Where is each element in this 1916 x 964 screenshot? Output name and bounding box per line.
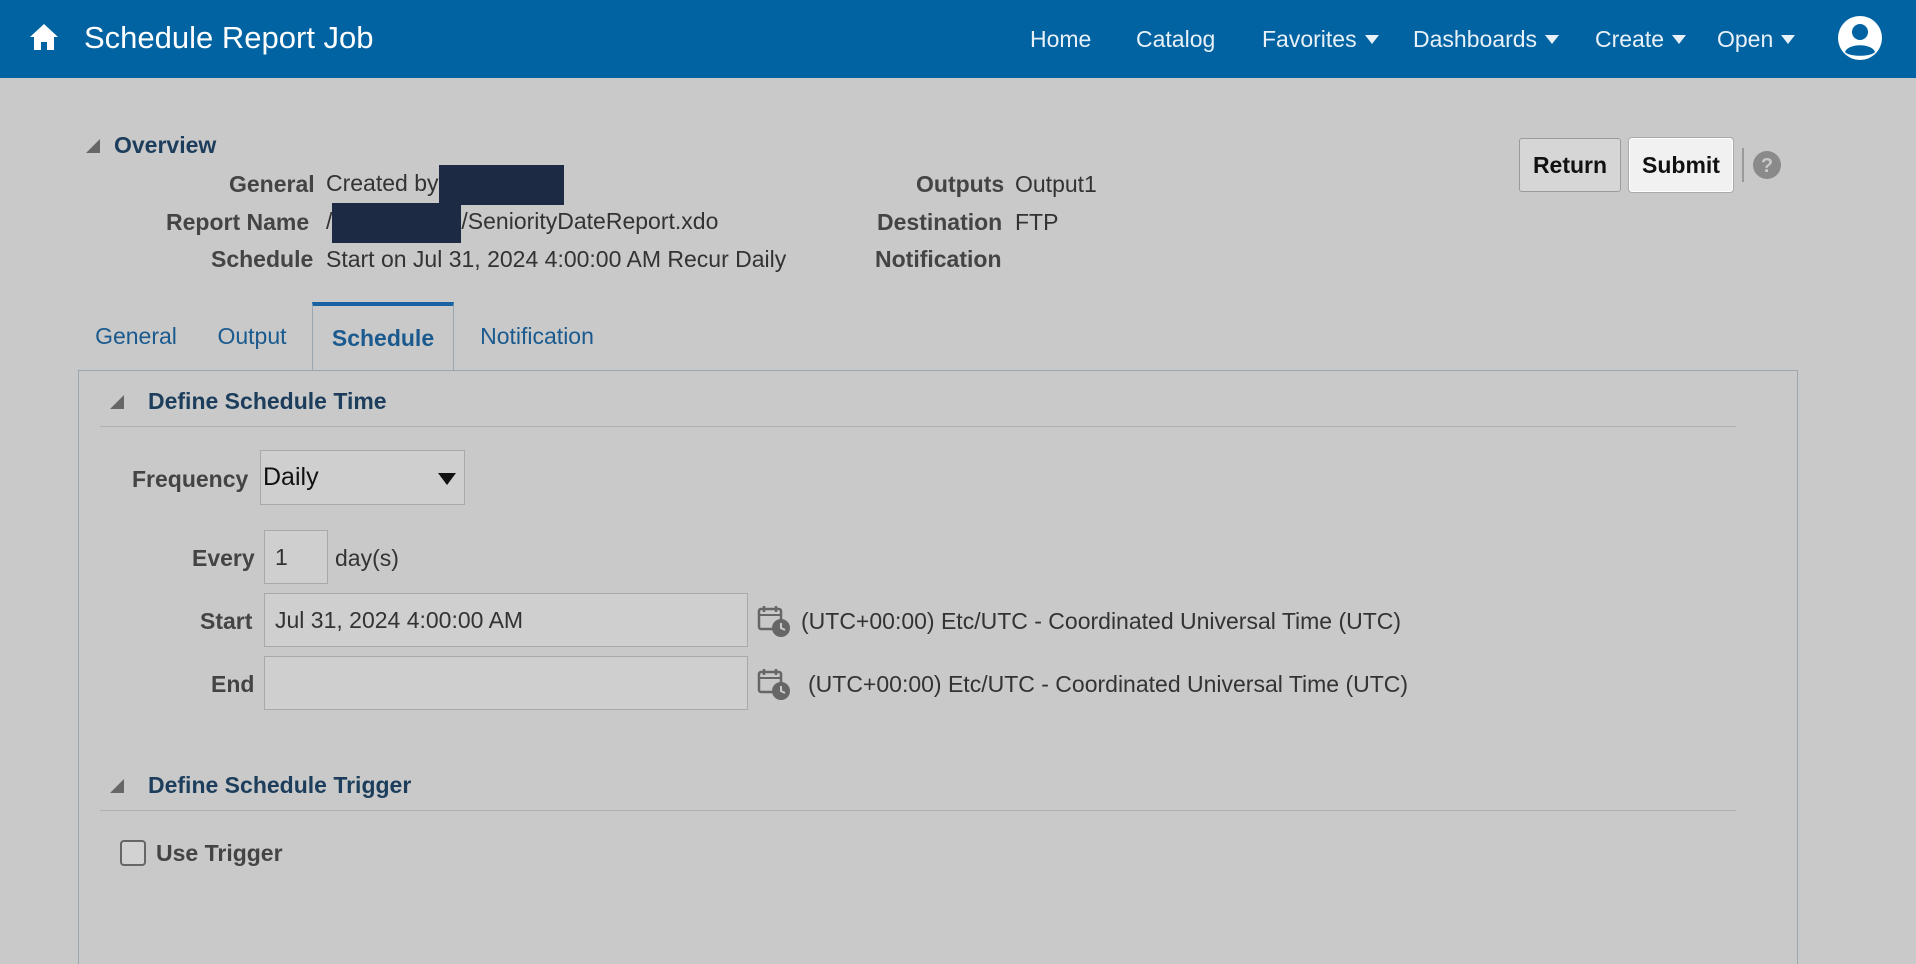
nav-dashboards[interactable]: Dashboards — [1413, 24, 1560, 54]
schedule-label: Schedule — [211, 246, 314, 272]
use-trigger-label: Use Trigger — [156, 840, 283, 866]
notification-label: Notification — [875, 246, 1002, 272]
destination-value: FTP — [1015, 209, 1059, 235]
tab-notification[interactable]: Notification — [466, 302, 608, 370]
nav-open[interactable]: Open — [1717, 24, 1796, 54]
chevron-down-icon — [1781, 34, 1796, 44]
nav-catalog[interactable]: Catalog — [1136, 24, 1215, 54]
start-label: Start — [200, 608, 253, 634]
help-icon[interactable]: ? — [1752, 150, 1782, 180]
collapse-triangle-icon — [110, 394, 124, 409]
return-button[interactable]: Return — [1519, 138, 1621, 192]
report-name-label: Report Name — [166, 209, 310, 235]
user-avatar-icon[interactable] — [1836, 14, 1884, 62]
calendar-clock-icon[interactable] — [757, 667, 791, 701]
schedule-value: Start on Jul 31, 2024 4:00:00 AM Recur D… — [326, 246, 787, 272]
overview-toggle[interactable]: Overview — [86, 132, 216, 159]
every-unit: day(s) — [335, 545, 399, 571]
start-timezone: (UTC+00:00) Etc/UTC - Coordinated Univer… — [801, 608, 1402, 634]
main-nav: Home Catalog Favorites Dashboards Create… — [0, 24, 1916, 54]
destination-label: Destination — [877, 209, 1003, 235]
dropdown-arrow-icon — [438, 473, 456, 485]
nav-create[interactable]: Create — [1595, 24, 1687, 54]
chevron-down-icon — [1364, 34, 1379, 44]
tab-general[interactable]: General — [82, 302, 190, 370]
every-input[interactable] — [264, 530, 328, 584]
redacted-block — [438, 165, 564, 205]
tab-output[interactable]: Output — [204, 302, 300, 370]
define-schedule-trigger-toggle[interactable]: Define Schedule Trigger — [110, 772, 411, 799]
use-trigger-checkbox[interactable] — [120, 840, 146, 866]
define-schedule-time-toggle[interactable]: Define Schedule Time — [110, 388, 387, 415]
nav-home[interactable]: Home — [1030, 24, 1091, 54]
toolbar-divider — [1742, 148, 1744, 182]
outputs-value: Output1 — [1015, 171, 1097, 197]
frequency-label: Frequency — [132, 466, 249, 492]
general-value: Created by — [326, 165, 564, 205]
chevron-down-icon — [1545, 34, 1560, 44]
end-label: End — [211, 671, 255, 697]
svg-text:?: ? — [1761, 155, 1773, 177]
calendar-clock-icon[interactable] — [757, 604, 791, 638]
collapse-triangle-icon — [110, 778, 124, 793]
top-bar: Schedule Report Job Home Catalog Favorit… — [0, 0, 1916, 78]
outputs-label: Outputs — [916, 171, 1005, 197]
section-divider — [100, 426, 1736, 427]
start-date-input[interactable] — [264, 593, 748, 647]
general-label: General — [229, 171, 315, 197]
end-timezone: (UTC+00:00) Etc/UTC - Coordinated Univer… — [808, 671, 1409, 697]
report-name-value: //SeniorityDateReport.xdo — [326, 203, 718, 243]
redacted-block — [332, 203, 462, 243]
submit-button[interactable]: Submit — [1629, 138, 1733, 192]
collapse-triangle-icon — [86, 138, 100, 153]
tab-schedule[interactable]: Schedule — [312, 302, 454, 370]
end-date-input[interactable] — [264, 656, 748, 710]
nav-favorites[interactable]: Favorites — [1262, 24, 1379, 54]
chevron-down-icon — [1672, 34, 1687, 44]
section-divider — [100, 810, 1736, 811]
every-label: Every — [192, 545, 255, 571]
frequency-select[interactable]: Daily — [260, 450, 465, 505]
